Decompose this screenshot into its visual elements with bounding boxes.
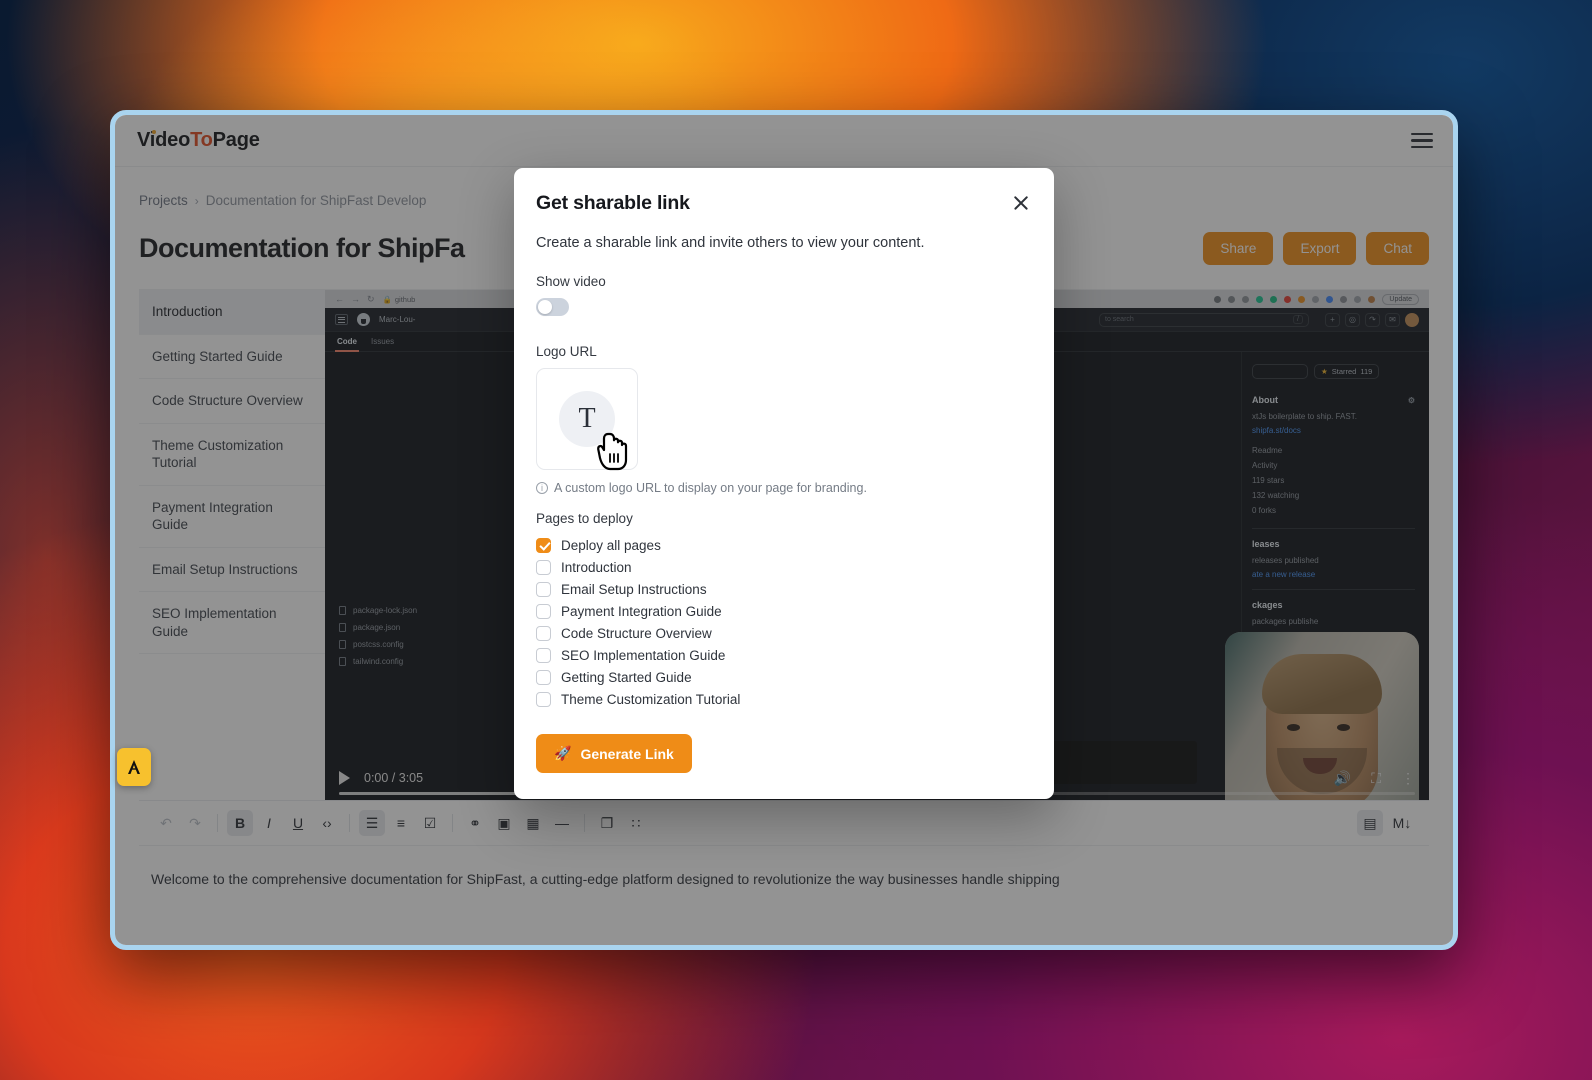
- checkbox-email-setup-instructions[interactable]: Email Setup Instructions: [536, 578, 1032, 600]
- checkbox-label: SEO Implementation Guide: [561, 647, 726, 663]
- checkbox-getting-started-guide[interactable]: Getting Started Guide: [536, 666, 1032, 688]
- info-icon: i: [536, 482, 548, 494]
- checkbox-box: [536, 691, 551, 707]
- checkbox-seo-implementation-guide[interactable]: SEO Implementation Guide: [536, 644, 1032, 666]
- logo-hint: i A custom logo URL to display on your p…: [536, 481, 1032, 495]
- checkbox-code-structure-overview[interactable]: Code Structure Overview: [536, 622, 1032, 644]
- generate-link-label: Generate Link: [580, 745, 674, 762]
- generate-link-button[interactable]: 🚀 Generate Link: [536, 734, 692, 773]
- checkbox-deploy-all-pages[interactable]: Deploy all pages: [536, 534, 1032, 556]
- checkbox-box: [536, 581, 551, 597]
- show-video-label: Show video: [536, 274, 606, 289]
- close-icon[interactable]: [1010, 192, 1032, 214]
- logo-url-label: Logo URL: [536, 344, 597, 359]
- checkbox-label: Introduction: [561, 559, 632, 575]
- checkbox-box: [536, 603, 551, 619]
- checkbox-box: [536, 647, 551, 663]
- checkbox-box: [536, 669, 551, 685]
- checkbox-theme-customization-tutorial[interactable]: Theme Customization Tutorial: [536, 688, 1032, 710]
- checkbox-payment-integration-guide[interactable]: Payment Integration Guide: [536, 600, 1032, 622]
- checkbox-label: Email Setup Instructions: [561, 581, 707, 597]
- logo-upload-box[interactable]: T: [536, 368, 638, 470]
- badge-glyph: [128, 760, 140, 774]
- logo-hint-text: A custom logo URL to display on your pag…: [554, 481, 867, 495]
- checkbox-label: Deploy all pages: [561, 537, 661, 553]
- logo-placeholder-glyph: T: [578, 403, 596, 434]
- checkbox-introduction[interactable]: Introduction: [536, 556, 1032, 578]
- rocket-icon: 🚀: [554, 745, 572, 761]
- modal-title: Get sharable link: [536, 192, 690, 214]
- checkbox-label: Theme Customization Tutorial: [561, 691, 741, 707]
- toggle-knob: [538, 300, 552, 314]
- pages-to-deploy-label: Pages to deploy: [536, 511, 633, 526]
- share-modal: Get sharable link Create a sharable link…: [514, 168, 1054, 799]
- modal-header: Get sharable link: [536, 192, 1032, 215]
- show-video-toggle[interactable]: [536, 298, 569, 316]
- checkbox-label: Payment Integration Guide: [561, 603, 722, 619]
- app-badge-icon[interactable]: [117, 748, 151, 786]
- checkbox-label: Getting Started Guide: [561, 669, 692, 685]
- modal-subtitle: Create a sharable link and invite others…: [536, 235, 925, 251]
- checkbox-label: Code Structure Overview: [561, 625, 712, 641]
- logo-placeholder-circle: T: [559, 391, 615, 447]
- checkbox-box: [536, 625, 551, 641]
- checkbox-box: [536, 537, 551, 553]
- checkbox-box: [536, 559, 551, 575]
